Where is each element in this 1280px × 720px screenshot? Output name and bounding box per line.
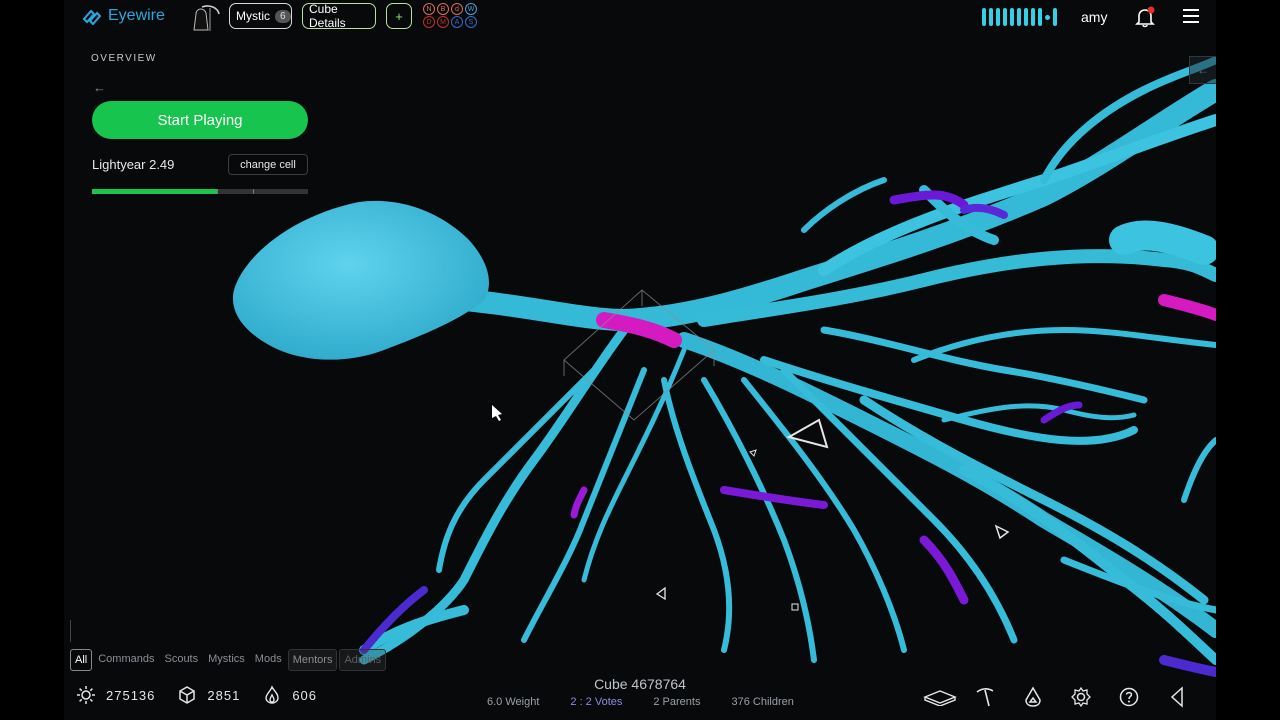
overview-label: OVERVIEW (91, 53, 157, 64)
chat-tab-mentors[interactable]: Mentors (287, 649, 338, 671)
neuron-branch (1109, 220, 1216, 265)
top-bar: Eyewire Mystic 6 Cube Details + N B d W … (64, 0, 1216, 36)
cube-icon (179, 686, 196, 704)
eyewire-app: Eyewire Mystic 6 Cube Details + N B d W … (64, 0, 1216, 720)
mode-a-toggle[interactable]: A (451, 16, 463, 28)
chat-input-caret[interactable] (70, 620, 71, 642)
collapse-icon (1170, 686, 1183, 708)
eyewire-logo-icon (82, 9, 102, 25)
rank-label: Mystic (236, 9, 270, 23)
hamburger-menu-icon[interactable] (1183, 9, 1201, 25)
player-stats: 275136 2851 606 (76, 685, 339, 705)
mode-b-toggle[interactable]: B (437, 3, 449, 15)
pickaxe-icon (976, 688, 994, 707)
mode-w-toggle[interactable]: W (465, 3, 477, 15)
rank-count: 6 (275, 9, 291, 23)
flame-icon (265, 685, 280, 704)
chat-tab-commands[interactable]: Commands (94, 649, 158, 671)
cube-votes: 2 : 2 Votes (570, 696, 623, 708)
help-button[interactable] (1116, 684, 1142, 710)
stat-trailblazes[interactable]: 606 (262, 685, 317, 705)
notification-bell-icon[interactable] (1134, 6, 1156, 28)
points-value: 275136 (106, 687, 156, 703)
cube-title: Cube 4678764 (594, 676, 686, 692)
chat-tab-admins[interactable]: Admins (339, 649, 387, 671)
mode-toggles: N B d W D M A S (423, 3, 477, 28)
cubes-value: 2851 (207, 687, 241, 703)
pickaxe-button[interactable] (972, 684, 998, 710)
drop-icon (1025, 686, 1041, 707)
sun-icon (77, 686, 95, 704)
chat-tab-mods[interactable]: Mods (251, 649, 286, 671)
cube-meta: 6.0 Weight 2 : 2 Votes 2 Parents 376 Chi… (487, 696, 825, 708)
cube-details-button[interactable]: Cube Details (302, 2, 376, 30)
side-panel-collapse-icon[interactable]: ← (1189, 56, 1216, 84)
help-icon (1119, 687, 1139, 707)
progress-tick (253, 189, 254, 194)
reaper-avatar-icon (193, 5, 220, 31)
start-playing-button[interactable]: Start Playing (92, 101, 308, 139)
mode-n-toggle[interactable]: N (423, 3, 435, 15)
plane-view-icon (923, 690, 957, 706)
logo-text: Eyewire (108, 7, 165, 24)
username[interactable]: amy (1081, 9, 1107, 25)
chat-tab-all[interactable]: All (70, 649, 93, 671)
cube-children: 376 Children (731, 696, 794, 708)
mode-D-toggle[interactable]: D (423, 16, 435, 28)
activity-meter (982, 8, 1057, 26)
cube-parents: 2 Parents (653, 696, 701, 708)
mode-d-toggle[interactable]: d (451, 3, 463, 15)
cell-progress-bar (92, 189, 308, 194)
mode-m-toggle[interactable]: M (437, 16, 449, 28)
progress-tick (217, 189, 218, 194)
cube-weight: 6.0 Weight (487, 696, 540, 708)
cell-progress-fill (92, 189, 218, 194)
collapse-button[interactable] (1164, 684, 1190, 710)
stat-points[interactable]: 275136 (76, 685, 155, 705)
chat-tab-scouts[interactable]: Scouts (160, 649, 202, 671)
add-button[interactable]: + (386, 3, 412, 29)
back-arrow-icon[interactable]: ← (93, 80, 106, 95)
chat-filter-tabs: All Commands Scouts Mystics Mods Mentors… (70, 649, 387, 671)
drop-button[interactable] (1020, 684, 1046, 710)
settings-button[interactable] (1068, 684, 1094, 710)
chat-tab-mystics[interactable]: Mystics (204, 649, 249, 671)
settings-icon (1071, 686, 1091, 708)
stat-cubes[interactable]: 2851 (177, 685, 240, 705)
rank-badge[interactable]: Mystic 6 (229, 3, 292, 29)
eyewire-logo[interactable]: Eyewire (82, 7, 165, 25)
plane-view-button[interactable] (922, 684, 958, 710)
mode-s-toggle[interactable]: S (465, 16, 477, 28)
change-cell-button[interactable]: change cell (228, 154, 308, 175)
trailblazes-value: 606 (292, 687, 318, 703)
cell-name: Lightyear 2.49 (92, 157, 175, 172)
tool-bar (922, 684, 1212, 710)
